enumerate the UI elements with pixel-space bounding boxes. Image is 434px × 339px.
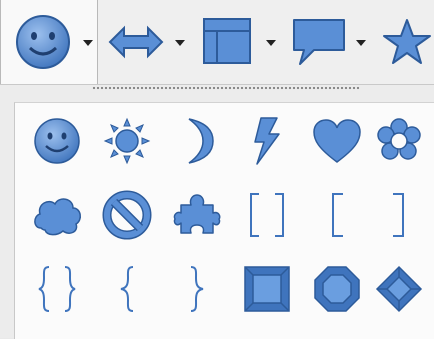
lightning-icon — [254, 117, 280, 165]
octagon-bevel-icon — [314, 266, 360, 312]
sun-shape[interactable] — [99, 113, 155, 169]
left-brace-icon — [120, 266, 134, 312]
speech-callout-icon — [293, 19, 345, 65]
block-arrows-dropdown-arrow[interactable] — [175, 40, 185, 46]
toolbar-drag-handle[interactable] — [92, 86, 360, 92]
shapes-toolbar — [0, 0, 434, 85]
left-bracket-icon — [332, 193, 343, 237]
right-bracket-shape[interactable] — [371, 187, 427, 243]
diamond-bevel-icon — [375, 265, 423, 313]
basic-shapes-button[interactable] — [0, 0, 98, 84]
stars-button[interactable] — [380, 0, 434, 84]
moon-icon — [188, 118, 214, 164]
cloud-shape[interactable] — [29, 187, 85, 243]
diamond-bevel-shape[interactable] — [371, 261, 427, 317]
square-bevel-icon — [244, 266, 290, 312]
no-symbol-icon — [102, 190, 152, 240]
callouts-button[interactable] — [288, 0, 378, 84]
no-symbol-shape[interactable] — [99, 187, 155, 243]
flowchart-dropdown-arrow[interactable] — [266, 40, 276, 46]
flower-shape[interactable] — [371, 113, 427, 169]
callouts-dropdown-arrow[interactable] — [356, 40, 366, 46]
flowchart-process-icon — [203, 18, 251, 64]
right-brace-shape[interactable] — [169, 261, 225, 317]
left-brace-shape[interactable] — [99, 261, 155, 317]
right-brace-icon — [190, 266, 204, 312]
basic-shapes-dropdown-arrow[interactable] — [83, 40, 93, 46]
double-arrow-icon — [108, 25, 164, 59]
smiley-face-shape[interactable] — [29, 113, 85, 169]
double-bracket-icon — [250, 193, 284, 237]
sun-icon — [103, 117, 151, 165]
cloud-icon — [34, 198, 81, 236]
heart-shape[interactable] — [309, 113, 365, 169]
smiley-face-icon — [16, 15, 70, 69]
flowchart-button[interactable] — [196, 0, 288, 84]
shape-palette-window — [0, 0, 434, 339]
square-bevel-shape[interactable] — [239, 261, 295, 317]
double-brace-shape[interactable] — [29, 261, 85, 317]
left-bracket-shape[interactable] — [309, 187, 365, 243]
moon-shape[interactable] — [169, 113, 225, 169]
puzzle-icon — [173, 194, 221, 234]
double-brace-icon — [38, 266, 76, 312]
basic-shapes-palette — [14, 102, 434, 339]
heart-icon — [313, 119, 361, 163]
smiley-face-icon — [34, 118, 80, 164]
puzzle-shape[interactable] — [169, 187, 225, 243]
octagon-bevel-shape[interactable] — [309, 261, 365, 317]
block-arrows-button[interactable] — [100, 0, 192, 84]
star-icon — [383, 19, 431, 64]
lightning-shape[interactable] — [239, 113, 295, 169]
right-bracket-icon — [393, 193, 404, 237]
double-bracket-shape[interactable] — [239, 187, 295, 243]
flower-icon — [377, 118, 421, 160]
